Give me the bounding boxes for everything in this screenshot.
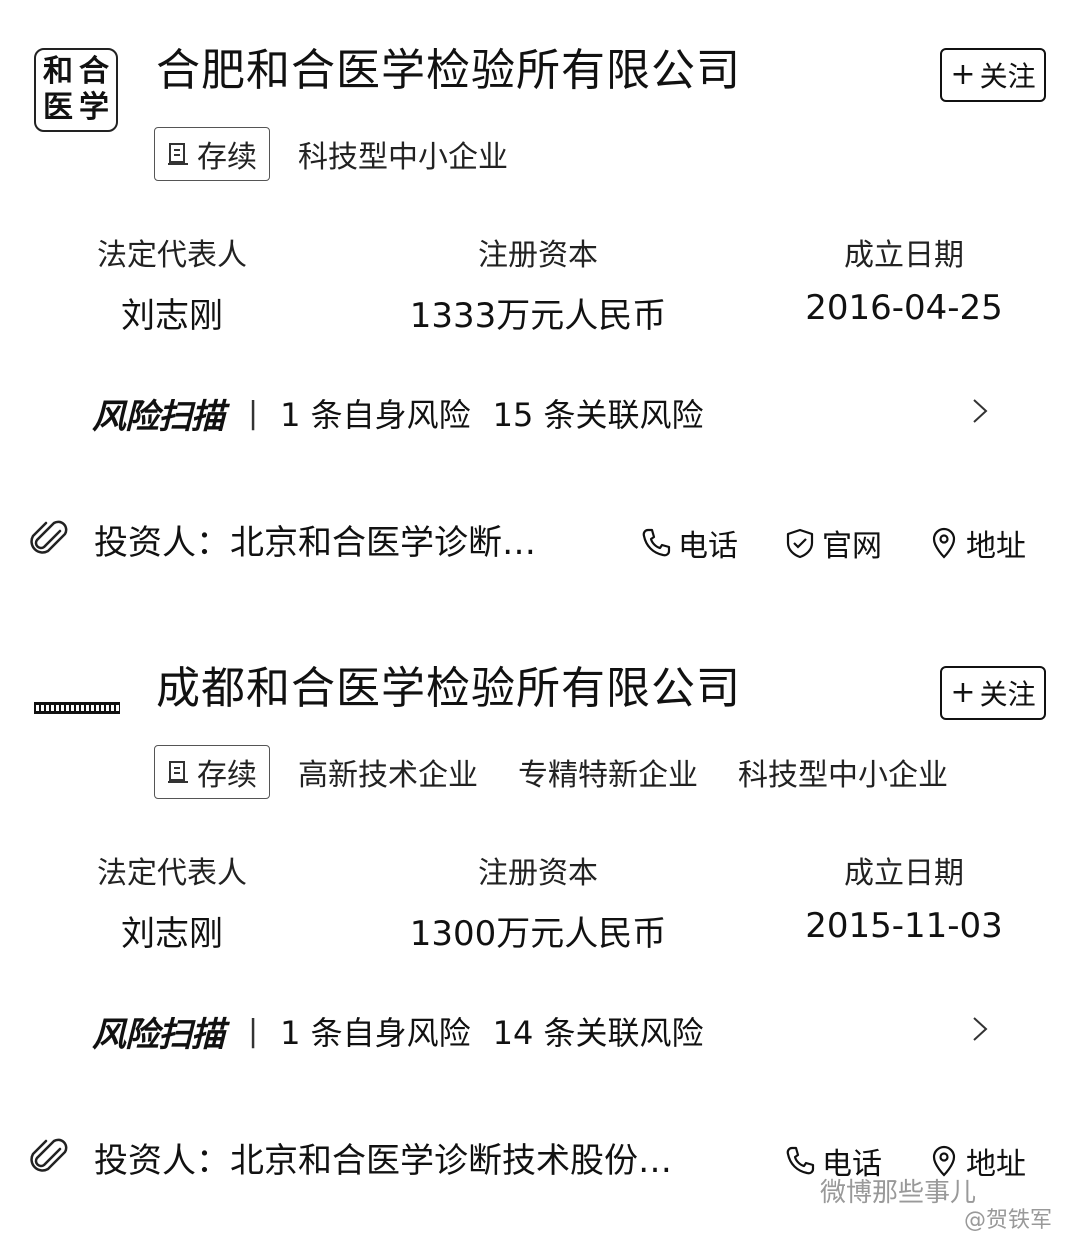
status-icon xyxy=(168,143,188,165)
legal-rep-value[interactable]: 刘志刚 xyxy=(22,906,322,955)
risk-scan-row[interactable]: 风险扫描 | 1 条自身风险 14 条关联风险 xyxy=(92,1006,992,1056)
investor-link[interactable]: 投资人：北京和合医学诊断… xyxy=(94,515,536,564)
company-name[interactable]: 成都和合医学检验所有限公司 xyxy=(156,662,741,716)
tag-label: 科技型中小企业 xyxy=(298,140,508,175)
chevron-right-icon xyxy=(973,399,988,423)
company-card-2[interactable]: 成都和合医学检验所有限公司 + 关注 存续 高新技术企业 专精特新企业 科技型中… xyxy=(0,618,1080,1218)
divider: | xyxy=(248,1013,259,1049)
logo-char: 合 xyxy=(79,54,109,89)
tag-row: 存续 高新技术企业 专精特新企业 科技型中小企业 xyxy=(154,745,948,799)
capital-value: 1333万元人民币 xyxy=(409,296,667,336)
chevron-right-icon xyxy=(973,1017,988,1041)
address-button[interactable]: 地址 xyxy=(928,521,1026,565)
watermark-handle: @贺铁军 xyxy=(964,1208,1053,1233)
plus-icon: + xyxy=(950,675,976,710)
capital-label: 注册资本 xyxy=(478,856,598,891)
paperclip-icon xyxy=(30,520,68,554)
founded-value: 2015-11-03 xyxy=(805,906,1003,946)
shield-check-icon xyxy=(786,528,814,559)
founded-value: 2016-04-25 xyxy=(805,288,1003,328)
phone-icon xyxy=(786,1146,815,1175)
paperclip-icon xyxy=(30,1138,68,1172)
status-label: 存续 xyxy=(197,758,257,793)
risk-scan-logo: 风险扫描 xyxy=(92,1014,225,1055)
plus-icon: + xyxy=(950,57,976,92)
follow-label: 关注 xyxy=(979,678,1036,711)
website-button[interactable]: 官网 xyxy=(784,521,882,565)
tag-label: 高新技术企业 xyxy=(298,758,478,793)
location-pin-icon xyxy=(932,527,956,559)
risk-scan-row[interactable]: 风险扫描 | 1 条自身风险 15 条关联风险 xyxy=(92,388,992,438)
phone-button[interactable]: 电话 xyxy=(640,521,738,565)
logo-char: 医 xyxy=(43,90,73,125)
company-logo xyxy=(34,702,120,714)
follow-button[interactable]: + 关注 xyxy=(940,48,1046,102)
company-name[interactable]: 合肥和合医学检验所有限公司 xyxy=(156,44,741,98)
capital-value: 1300万元人民币 xyxy=(409,914,667,954)
related-risk-count: 15 条关联风险 xyxy=(492,396,704,434)
logo-char: 和 xyxy=(43,54,73,89)
website-label: 官网 xyxy=(822,529,882,564)
address-label: 地址 xyxy=(966,529,1026,564)
logo-char: 学 xyxy=(79,90,109,125)
founded-label: 成立日期 xyxy=(844,856,964,891)
legal-rep-label: 法定代表人 xyxy=(97,238,247,273)
status-icon xyxy=(168,761,188,783)
related-risk-count: 14 条关联风险 xyxy=(492,1014,704,1052)
investor-link[interactable]: 投资人：北京和合医学诊断技术股份… xyxy=(94,1133,672,1182)
follow-button[interactable]: + 关注 xyxy=(940,666,1046,720)
divider: | xyxy=(248,395,259,431)
investor-row: 投资人：北京和合医学诊断… xyxy=(30,512,1060,566)
phone-icon xyxy=(642,528,671,557)
company-card-1[interactable]: 和 合 医 学 合肥和合医学检验所有限公司 + 关注 存续 科技型中小企业 法定… xyxy=(0,0,1080,600)
watermark-text: 微博那些事儿 xyxy=(820,1178,977,1208)
self-risk-count: 1 条自身风险 xyxy=(280,396,471,434)
phone-label: 电话 xyxy=(678,529,738,564)
company-logo: 和 合 医 学 xyxy=(34,48,118,132)
legal-rep-label: 法定代表人 xyxy=(97,856,247,891)
tag-label: 专精特新企业 xyxy=(518,758,698,793)
status-label: 存续 xyxy=(197,140,257,175)
self-risk-count: 1 条自身风险 xyxy=(280,1014,471,1052)
tag-label: 科技型中小企业 xyxy=(738,758,948,793)
status-badge: 存续 xyxy=(154,127,270,181)
founded-label: 成立日期 xyxy=(844,238,964,273)
risk-scan-logo: 风险扫描 xyxy=(92,396,225,437)
tag-row: 存续 科技型中小企业 xyxy=(154,127,548,181)
legal-rep-value[interactable]: 刘志刚 xyxy=(22,288,322,337)
capital-label: 注册资本 xyxy=(478,238,598,273)
status-badge: 存续 xyxy=(154,745,270,799)
follow-label: 关注 xyxy=(979,60,1036,93)
